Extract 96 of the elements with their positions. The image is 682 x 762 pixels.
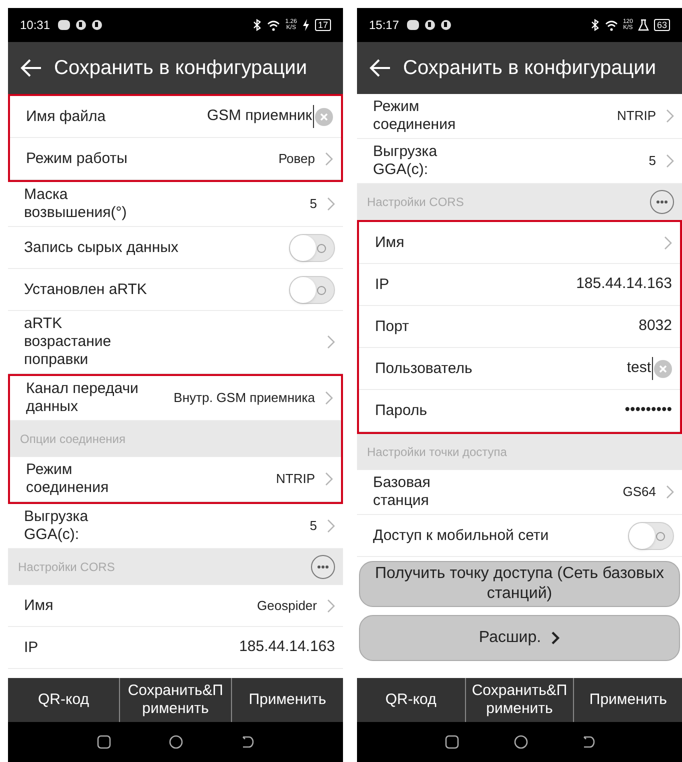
notification-icon — [76, 20, 86, 30]
input-field[interactable]: 8032 — [638, 315, 672, 338]
chevron-right-icon — [327, 197, 335, 211]
status-time: 10:31 — [20, 17, 50, 34]
setting-label: Режим соединения — [26, 461, 110, 497]
toggle-switch[interactable] — [628, 522, 674, 550]
setting-value[interactable]: Ровер — [278, 148, 315, 168]
recent-apps-button[interactable] — [97, 735, 112, 749]
input-field[interactable]: 185.44.14.163 — [239, 636, 335, 659]
toggle-switch[interactable] — [289, 276, 335, 304]
notification-icon — [407, 20, 420, 30]
home-button[interactable] — [514, 735, 528, 749]
back-arrow-icon — [369, 59, 391, 77]
input-field[interactable]: test — [626, 357, 653, 380]
chevron-right-icon — [325, 391, 333, 405]
setting-label: Имя файла — [26, 108, 107, 126]
setting-value[interactable]: Внутр. GSM приемника — [174, 388, 315, 408]
close-icon — [659, 364, 667, 372]
back-button[interactable] — [20, 59, 42, 77]
back-icon — [582, 736, 594, 748]
setting-label: Установлен aRTK — [24, 280, 148, 298]
setting-label: Пользователь — [375, 360, 474, 378]
notification-icon — [441, 20, 452, 30]
bottom-bar-button[interactable]: QR-код — [357, 678, 465, 722]
chevron-right-icon — [325, 472, 333, 486]
setting-value[interactable]: Geospider — [257, 596, 317, 616]
more-button[interactable] — [650, 190, 674, 214]
chevron-right-icon — [666, 154, 674, 168]
input-field[interactable]: GSM приемник — [206, 105, 314, 128]
screen-title: Сохранить в конфигурации — [54, 56, 308, 81]
setting-label: Выгрузка GGA(c): — [373, 143, 438, 179]
ellipsis-icon — [317, 565, 329, 569]
setting-label: Выгрузка GGA(c): — [24, 508, 90, 544]
home-button[interactable] — [169, 735, 184, 749]
circle-icon — [169, 735, 184, 749]
setting-label: Порт — [375, 318, 410, 336]
back-button[interactable] — [369, 59, 391, 77]
back-nav-button[interactable] — [582, 736, 594, 748]
back-icon — [242, 736, 254, 748]
wifi-icon — [604, 20, 618, 30]
chevron-right-icon — [327, 598, 335, 612]
more-button[interactable] — [311, 555, 335, 579]
setting-value[interactable]: 5 — [648, 151, 656, 171]
notification-icon — [425, 20, 436, 30]
setting-value[interactable]: NTRIP — [276, 469, 315, 489]
setting-label: Запись сырых данных — [24, 238, 180, 256]
setting-label: Режим соединения — [373, 98, 457, 134]
setting-value[interactable]: GS64 — [622, 482, 656, 502]
square-icon — [97, 735, 112, 749]
setting-label: IP — [375, 276, 390, 294]
setting-label: Пароль — [375, 402, 428, 420]
section-header: Опции соединения — [20, 431, 126, 448]
setting-value[interactable]: NTRIP — [617, 106, 656, 126]
setting-label: Доступ к мобильной сети — [373, 526, 550, 544]
setting-label: Имя — [375, 234, 406, 252]
chevron-right-icon — [551, 631, 560, 645]
section-header: Настройки точки доступа — [367, 444, 508, 461]
back-arrow-icon — [20, 59, 42, 77]
section-header: Настройки CORS — [367, 194, 465, 211]
setting-value[interactable]: 5 — [310, 516, 317, 536]
close-icon — [320, 112, 328, 120]
setting-value[interactable]: 5 — [310, 194, 317, 214]
chevron-right-icon — [325, 152, 333, 166]
input-field[interactable]: 185.44.14.163 — [576, 273, 672, 296]
setting-label: Режим работы — [26, 150, 128, 168]
setting-label: Канал передачи данных — [26, 380, 140, 416]
recent-apps-button[interactable] — [444, 735, 458, 749]
section-header: Настройки CORS — [18, 559, 116, 576]
notification-icon — [92, 20, 102, 30]
circle-icon — [514, 735, 528, 749]
toggle-switch[interactable] — [289, 234, 335, 262]
battery-level: 63 — [654, 19, 670, 31]
chevron-right-icon — [327, 335, 335, 349]
notification-icon — [58, 20, 70, 30]
status-time: 15:17 — [369, 17, 400, 34]
chevron-right-icon — [666, 485, 674, 499]
chevron-right-icon — [327, 519, 335, 533]
setting-label: IP — [24, 638, 40, 656]
wifi-icon — [267, 20, 280, 30]
setting-label: Базовая станция — [373, 474, 432, 510]
chevron-right-icon — [666, 109, 674, 123]
bluetooth-icon — [590, 19, 600, 31]
battery-level: 17 — [314, 19, 331, 31]
square-icon — [444, 735, 458, 749]
back-nav-button[interactable] — [242, 736, 254, 748]
chevron-right-icon — [664, 236, 672, 250]
input-field[interactable]: ••••••••• — [624, 399, 672, 422]
action-button[interactable]: Получить точку доступа (Сеть базовых станций) — [359, 561, 680, 607]
ellipsis-icon — [656, 200, 668, 204]
setting-label: Маска возвышения(°) — [24, 186, 128, 222]
setting-label: Имя — [24, 596, 54, 614]
bluetooth-icon — [253, 19, 262, 31]
screen-title: Сохранить в конфигурации — [403, 56, 656, 81]
setting-label: aRTK возрастание поправки — [24, 315, 112, 369]
bottom-bar-button[interactable]: QR-код — [8, 678, 119, 722]
action-button[interactable]: Расшир. — [359, 615, 680, 661]
